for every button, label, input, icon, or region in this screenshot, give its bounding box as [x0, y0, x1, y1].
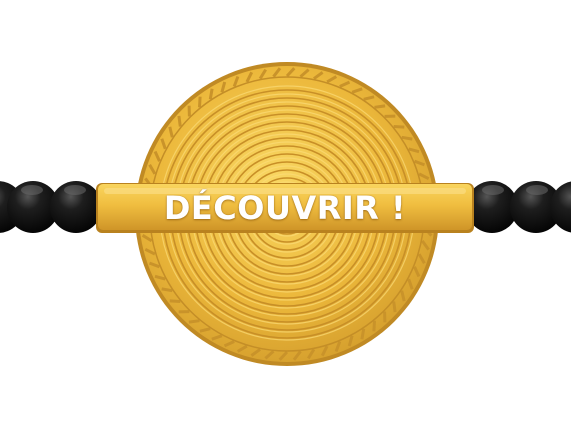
bracelet-banner[interactable]: DÉCOUVRIR !: [0, 0, 571, 437]
decouvrir-button[interactable]: DÉCOUVRIR !: [98, 186, 472, 230]
beads-left-icon: [0, 181, 102, 233]
beads-right-icon: [466, 181, 571, 233]
